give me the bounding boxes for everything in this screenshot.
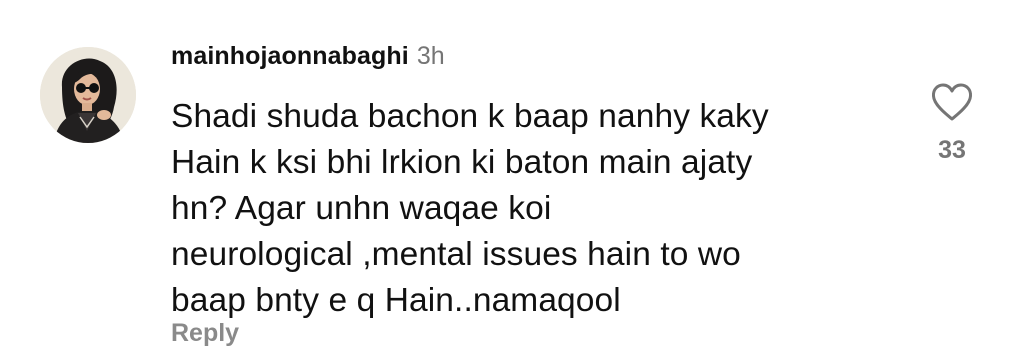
comment-text: Shadi shuda bachon k baap nanhy kaky Hai… xyxy=(171,94,891,324)
comment-text-line: Hain k ksi bhi lrkion ki baton main ajat… xyxy=(171,144,753,181)
like-button[interactable] xyxy=(930,82,974,122)
comment-header: mainhojaonnabaghi 3h xyxy=(171,42,445,78)
avatar-image xyxy=(40,47,136,143)
comment-text-line: Shadi shuda bachon k baap nanhy kaky xyxy=(171,98,769,135)
comment-text-line: neurological ,mental issues hain to wo xyxy=(171,236,741,273)
heart-outline-icon xyxy=(931,83,973,121)
like-section: 33 xyxy=(920,82,984,172)
reply-button[interactable]: Reply xyxy=(171,319,239,348)
username[interactable]: mainhojaonnabaghi xyxy=(171,42,409,71)
comment: mainhojaonnabaghi 3h Shadi shuda bachon … xyxy=(0,0,1024,364)
avatar[interactable] xyxy=(40,47,136,143)
like-count: 33 xyxy=(938,136,966,164)
comment-text-line: baap bnty e q Hain..namaqool xyxy=(171,282,621,319)
comment-text-line: hn? Agar unhn waqae koi xyxy=(171,190,552,227)
timestamp: 3h xyxy=(416,42,445,70)
